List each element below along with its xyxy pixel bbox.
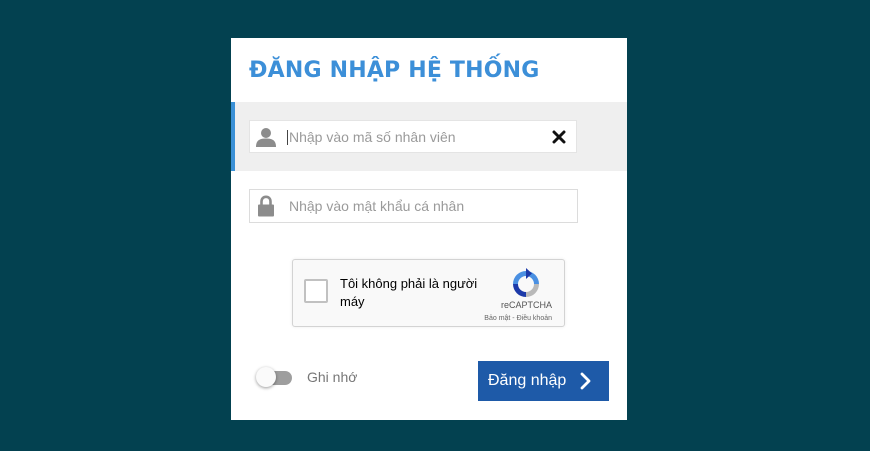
login-card: ĐĂNG NHẬP HỆ THỐNG Nhập vào mã số nhân v… bbox=[231, 38, 627, 420]
toggle-knob bbox=[256, 367, 276, 387]
lock-icon bbox=[250, 190, 282, 222]
close-icon bbox=[552, 130, 566, 144]
page-title: ĐĂNG NHẬP HỆ THỐNG bbox=[249, 58, 540, 83]
recaptcha-widget: Tôi không phải là người máy reCAPTCHA Bả… bbox=[292, 259, 565, 327]
chevron-right-icon bbox=[580, 372, 591, 390]
clear-username-button[interactable] bbox=[550, 128, 568, 146]
remember-toggle[interactable] bbox=[256, 367, 292, 387]
password-input[interactable] bbox=[289, 190, 569, 222]
user-icon bbox=[250, 121, 282, 152]
recaptcha-checkbox[interactable] bbox=[304, 279, 328, 303]
username-field bbox=[249, 120, 577, 153]
remember-label: Ghi nhớ bbox=[307, 369, 358, 385]
recaptcha-terms-link[interactable]: Bảo mật - Điều khoản bbox=[484, 315, 552, 322]
login-button[interactable]: Đăng nhập bbox=[478, 361, 609, 401]
recaptcha-label: Tôi không phải là người máy bbox=[340, 276, 478, 309]
recaptcha-brand: reCAPTCHA bbox=[500, 300, 552, 310]
text-caret bbox=[287, 130, 288, 145]
username-input[interactable] bbox=[289, 121, 539, 152]
login-button-label: Đăng nhập bbox=[488, 372, 567, 389]
username-row bbox=[231, 102, 627, 171]
password-field bbox=[249, 189, 578, 223]
